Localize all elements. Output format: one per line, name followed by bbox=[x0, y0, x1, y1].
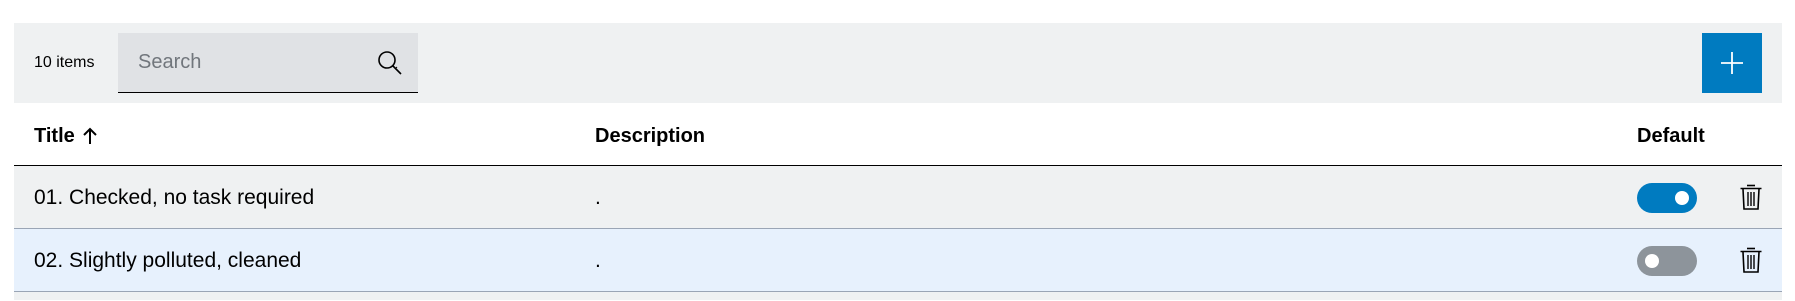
search-box[interactable] bbox=[118, 33, 418, 93]
add-button[interactable] bbox=[1702, 33, 1762, 93]
row-title: 02. Slightly polluted, cleaned bbox=[34, 249, 302, 272]
toolbar: 10 items bbox=[14, 23, 1782, 103]
item-count: 10 items bbox=[34, 54, 95, 71]
search-input[interactable] bbox=[118, 33, 378, 92]
row-description: . bbox=[595, 186, 601, 209]
table-header: Title Description Default bbox=[14, 103, 1782, 166]
table-row[interactable]: 02. Slightly polluted, cleaned . bbox=[14, 229, 1782, 292]
column-header-title[interactable]: Title bbox=[34, 125, 99, 147]
toggle-knob bbox=[1645, 254, 1659, 268]
data-table: Title Description Default 01. Checked, n… bbox=[14, 103, 1782, 300]
trash-icon bbox=[1740, 184, 1762, 210]
plus-icon bbox=[1721, 52, 1743, 74]
toggle-knob bbox=[1675, 191, 1689, 205]
table-row-partial bbox=[14, 292, 1782, 300]
delete-button[interactable] bbox=[1736, 182, 1766, 212]
column-header-title-label: Title bbox=[34, 125, 75, 147]
default-toggle[interactable] bbox=[1637, 183, 1697, 213]
arrow-up-icon bbox=[83, 127, 97, 144]
search-icon[interactable] bbox=[376, 49, 404, 77]
delete-button[interactable] bbox=[1736, 245, 1766, 275]
default-toggle[interactable] bbox=[1637, 246, 1697, 276]
row-title: 01. Checked, no task required bbox=[34, 186, 315, 209]
row-description: . bbox=[595, 249, 601, 272]
column-header-default[interactable]: Default bbox=[1637, 125, 1705, 147]
trash-icon bbox=[1740, 247, 1762, 273]
column-header-description[interactable]: Description bbox=[595, 125, 705, 147]
list-panel: 10 items Title Descr bbox=[14, 23, 1782, 300]
table-row[interactable]: 01. Checked, no task required . bbox=[14, 166, 1782, 229]
